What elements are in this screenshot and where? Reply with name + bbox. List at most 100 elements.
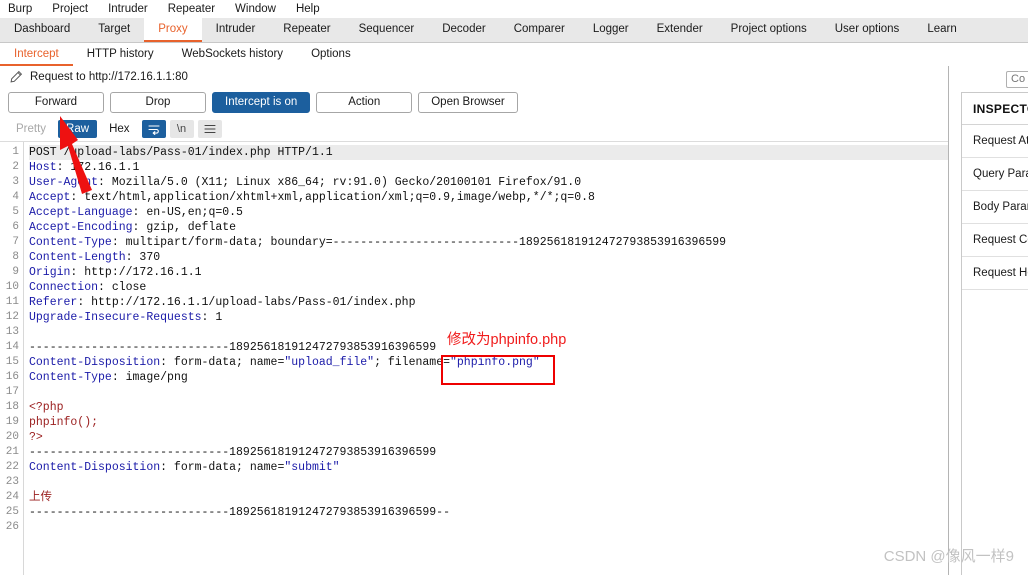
drop-button[interactable]: Drop [110,91,206,113]
menu-item-intruder[interactable]: Intruder [108,3,158,15]
code-line: Content-Type: multipart/form-data; bound… [29,236,727,249]
code-line: Origin: http://172.16.1.1 [29,266,202,279]
tab-extender[interactable]: Extender [643,18,717,42]
line-number: 5 [12,206,19,218]
subtab-websockets-history[interactable]: WebSockets history [168,43,297,66]
pretty-view-button[interactable]: Pretty [8,120,54,138]
tab-dashboard[interactable]: Dashboard [0,18,84,42]
code-line: Host: 172.16.1.1 [29,161,140,174]
hex-view-button[interactable]: Hex [101,120,137,138]
request-target-row: Request to http://172.16.1.1:80 [0,66,948,87]
inspector-row-body-parameters[interactable]: Body Parameters [962,191,1028,224]
line-number: 21 [5,446,19,458]
code-line: 上传 [29,491,52,504]
pencil-icon [10,70,23,83]
code-line: Connection: close [29,281,147,294]
line-number: 26 [5,521,19,533]
tab-sequencer[interactable]: Sequencer [345,18,429,42]
line-number: 24 [5,491,19,503]
line-number: 17 [5,386,19,398]
tab-comparer[interactable]: Comparer [500,18,579,42]
line-number: 11 [5,296,19,308]
line-number: 23 [5,476,19,488]
main-tab-bar: Dashboard Target Proxy Intruder Repeater… [0,18,1028,43]
search-row [949,66,1028,92]
code-line: Content-Length: 370 [29,251,161,264]
tab-project-options[interactable]: Project options [717,18,821,42]
code-line: Accept-Language: en-US,en;q=0.5 [29,206,243,219]
intercept-toggle-button[interactable]: Intercept is on [212,91,311,113]
inspector-pane: INSPECTOR Request Attributes Query Param… [949,66,1028,575]
code-line: Content-Disposition: form-data; name="su… [29,461,340,474]
subtab-http-history[interactable]: HTTP history [73,43,168,66]
code-line: Content-Disposition: form-data; name="up… [29,356,540,369]
line-number: 20 [5,431,19,443]
word-wrap-icon[interactable] [141,120,166,138]
menu-item-window[interactable]: Window [235,3,286,15]
code-line: Accept: text/html,application/xhtml+xml,… [29,191,595,204]
line-number: 16 [5,371,19,383]
tab-logger[interactable]: Logger [579,18,643,42]
forward-button[interactable]: Forward [8,91,104,113]
code-line: Upgrade-Insecure-Requests: 1 [29,311,223,324]
proxy-sub-tab-bar: Intercept HTTP history WebSockets histor… [0,43,1028,67]
tab-proxy[interactable]: Proxy [144,18,202,42]
code-line: Content-Type: image/png [29,371,188,384]
code-line: phpinfo(); [29,416,99,429]
request-editor-pane: Request to http://172.16.1.1:80 Forward … [0,66,948,575]
raw-view-button[interactable]: Raw [58,120,98,138]
line-number: 15 [5,356,19,368]
menu-item-project[interactable]: Project [52,3,98,15]
tab-target[interactable]: Target [84,18,144,42]
subtab-options[interactable]: Options [297,43,365,66]
tab-user-options[interactable]: User options [821,18,914,42]
line-number: 18 [5,401,19,413]
code-line: Referer: http://172.16.1.1/upload-labs/P… [29,296,416,309]
show-newlines-button[interactable]: \n [169,120,194,138]
inspector-panel: INSPECTOR Request Attributes Query Param… [961,92,1028,575]
line-number: 12 [5,311,19,323]
search-input[interactable] [1006,70,1028,88]
line-number: 9 [12,266,19,278]
tab-learn[interactable]: Learn [913,18,970,42]
line-number-gutter: 1 2 3 4 5 6 7 8 9 10 11 12 13 14 15 16 17 18 19 20 21 22 23 24 2… [0,142,24,575]
menu-bar: Burp Project Intruder Repeater Window He… [0,0,1028,18]
code-line: User-Agent: Mozilla/5.0 (X11; Linux x86_… [29,176,582,189]
raw-request-editor[interactable]: 1 2 3 4 5 6 7 8 9 10 11 12 13 14 15 16 17 18 19 20 21 22 23 24 2… [0,142,948,575]
proxy-intercept-panel: Request to http://172.16.1.1:80 Forward … [0,66,1028,575]
intercept-action-bar: Forward Drop Intercept is on Action Open… [0,87,948,117]
inspector-row-request-headers[interactable]: Request Headers [962,257,1028,290]
line-number: 22 [5,461,19,473]
line-number: 1 [12,146,19,158]
open-browser-button[interactable]: Open Browser [418,91,518,113]
line-number: 14 [5,341,19,353]
action-button[interactable]: Action [316,91,413,113]
code-line: <?php [29,401,64,414]
inspector-row-request-attributes[interactable]: Request Attributes [962,125,1028,158]
code-line: -----------------------------18925618191… [29,341,437,354]
tab-decoder[interactable]: Decoder [428,18,499,42]
hamburger-menu-icon[interactable] [197,120,222,138]
request-code-area[interactable]: POST /upload-labs/Pass-01/index.php HTTP… [24,142,948,575]
code-line: -----------------------------18925618191… [29,506,450,519]
request-target-text: Request to http://172.16.1.1:80 [30,70,188,83]
line-number: 25 [5,506,19,518]
line-number: 4 [12,191,19,203]
line-number: 8 [12,251,19,263]
subtab-intercept[interactable]: Intercept [0,43,73,66]
menu-item-help[interactable]: Help [296,3,330,15]
menu-item-repeater[interactable]: Repeater [168,3,225,15]
menu-item-burp[interactable]: Burp [8,3,42,15]
code-line: Accept-Encoding: gzip, deflate [29,221,237,234]
tab-intruder[interactable]: Intruder [202,18,270,42]
code-line: -----------------------------18925618191… [29,446,437,459]
tab-repeater[interactable]: Repeater [269,18,344,42]
inspector-row-request-cookies[interactable]: Request Cookies [962,224,1028,257]
line-number: 2 [12,161,19,173]
line-number: 7 [12,236,19,248]
inspector-row-query-parameters[interactable]: Query Parameters [962,158,1028,191]
